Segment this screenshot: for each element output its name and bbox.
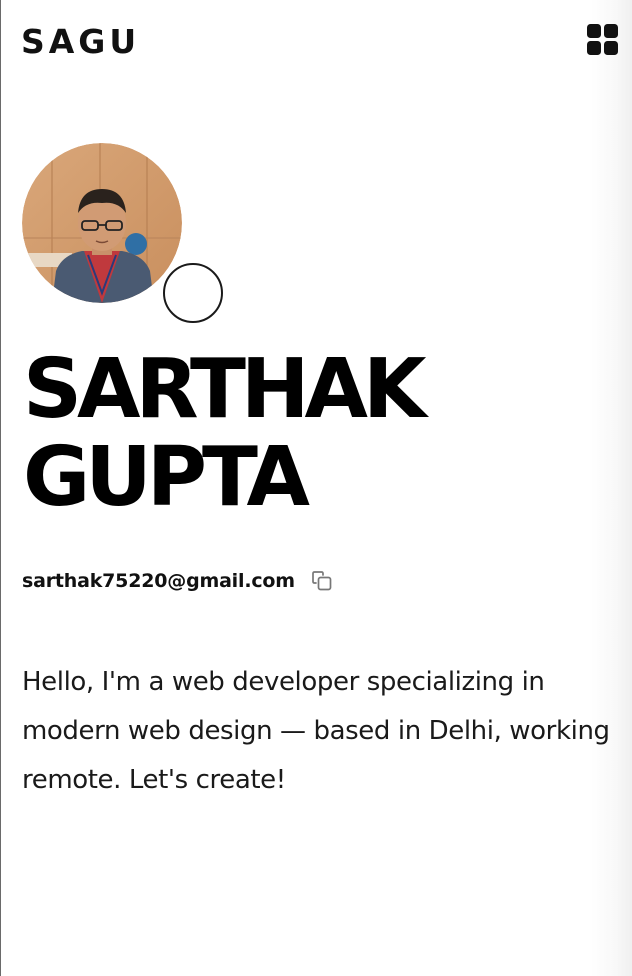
brand-logo[interactable]: SAGU xyxy=(21,22,140,62)
status-ring xyxy=(163,263,223,323)
grid-menu-icon[interactable] xyxy=(587,24,619,56)
hero-name: SARTHAK GUPTA xyxy=(23,342,427,525)
copy-icon-graphic xyxy=(312,571,332,591)
copy-icon[interactable] xyxy=(311,570,333,592)
email-text[interactable]: sarthak75220@gmail.com xyxy=(22,570,295,592)
bio-text: Hello, I'm a web developer specializing … xyxy=(22,667,610,795)
email-row: sarthak75220@gmail.com xyxy=(22,566,333,596)
page: SAGU SARTHAK GUPTA sarthak75220@gmail.co… xyxy=(0,0,632,976)
avatar-container xyxy=(22,143,182,303)
hero-name-last: GUPTA xyxy=(23,430,310,525)
avatar xyxy=(22,143,182,303)
grid-menu-icon-graphic xyxy=(587,24,618,55)
hero-name-first: SARTHAK xyxy=(23,342,427,437)
